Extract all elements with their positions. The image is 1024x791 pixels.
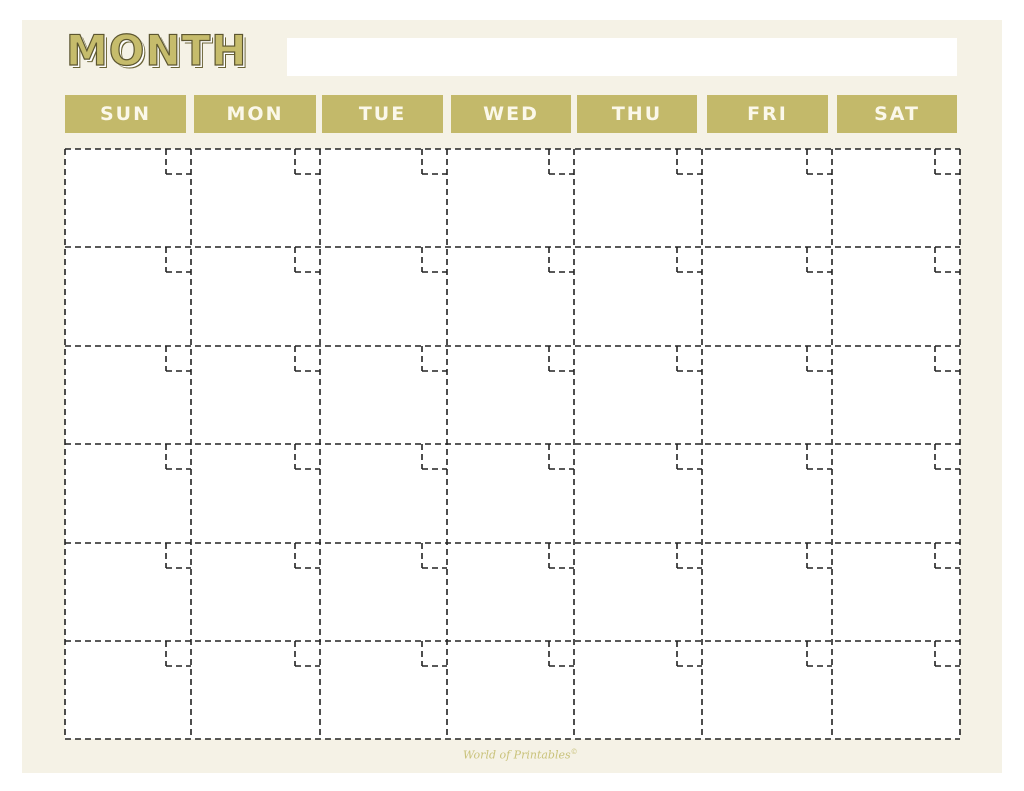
- day-cell-week3-fri[interactable]: [702, 346, 832, 444]
- day-cell-week1-thu[interactable]: [574, 149, 702, 247]
- weekday-header-sun: SUN: [65, 95, 186, 133]
- footer-brand: World of Printables©: [463, 748, 578, 762]
- weekday-header-tue: TUE: [322, 95, 443, 133]
- day-cell-week5-wed[interactable]: [447, 543, 574, 641]
- day-cell-week3-sat[interactable]: [832, 346, 960, 444]
- day-cell-week2-sun[interactable]: [65, 247, 191, 346]
- day-cell-week3-tue[interactable]: [320, 346, 447, 444]
- copyright-icon: ©: [570, 748, 578, 756]
- day-cell-week4-wed[interactable]: [447, 444, 574, 543]
- day-cell-week4-sun[interactable]: [65, 444, 191, 543]
- day-cell-week6-thu[interactable]: [574, 641, 702, 739]
- day-cell-week1-fri[interactable]: [702, 149, 832, 247]
- day-cell-week1-tue[interactable]: [320, 149, 447, 247]
- day-cell-week6-sat[interactable]: [832, 641, 960, 739]
- day-cell-week1-wed[interactable]: [447, 149, 574, 247]
- day-cell-week2-mon[interactable]: [191, 247, 320, 346]
- day-cell-week2-wed[interactable]: [447, 247, 574, 346]
- day-cell-week6-mon[interactable]: [191, 641, 320, 739]
- day-cell-week5-fri[interactable]: [702, 543, 832, 641]
- day-cell-week6-sun[interactable]: [65, 641, 191, 739]
- day-cell-week3-mon[interactable]: [191, 346, 320, 444]
- day-cell-week1-sat[interactable]: [832, 149, 960, 247]
- weekday-header-sat: SAT: [837, 95, 957, 133]
- weekday-header-mon: MON: [194, 95, 316, 133]
- day-cell-week3-thu[interactable]: [574, 346, 702, 444]
- footer-brand-text: World of Printables: [463, 748, 571, 762]
- day-cell-week2-thu[interactable]: [574, 247, 702, 346]
- month-name-field[interactable]: [287, 38, 957, 76]
- month-title: MONTH: [65, 26, 248, 75]
- day-cell-week2-fri[interactable]: [702, 247, 832, 346]
- day-cell-week6-tue[interactable]: [320, 641, 447, 739]
- day-cell-week4-mon[interactable]: [191, 444, 320, 543]
- day-cell-week4-tue[interactable]: [320, 444, 447, 543]
- weekday-header-thu: THU: [577, 95, 697, 133]
- day-cell-week4-fri[interactable]: [702, 444, 832, 543]
- day-cell-week1-mon[interactable]: [191, 149, 320, 247]
- day-cell-week2-tue[interactable]: [320, 247, 447, 346]
- day-cell-week6-wed[interactable]: [447, 641, 574, 739]
- day-cell-week2-sat[interactable]: [832, 247, 960, 346]
- day-cell-week4-sat[interactable]: [832, 444, 960, 543]
- day-cell-week5-sun[interactable]: [65, 543, 191, 641]
- day-cell-week5-thu[interactable]: [574, 543, 702, 641]
- weekday-header-wed: WED: [451, 95, 571, 133]
- day-cell-week5-mon[interactable]: [191, 543, 320, 641]
- day-cell-week5-sat[interactable]: [832, 543, 960, 641]
- day-cell-week5-tue[interactable]: [320, 543, 447, 641]
- day-cell-week3-wed[interactable]: [447, 346, 574, 444]
- weekday-header-fri: FRI: [707, 95, 828, 133]
- day-cell-week6-fri[interactable]: [702, 641, 832, 739]
- day-cell-week3-sun[interactable]: [65, 346, 191, 444]
- day-cell-week4-thu[interactable]: [574, 444, 702, 543]
- day-cell-week1-sun[interactable]: [65, 149, 191, 247]
